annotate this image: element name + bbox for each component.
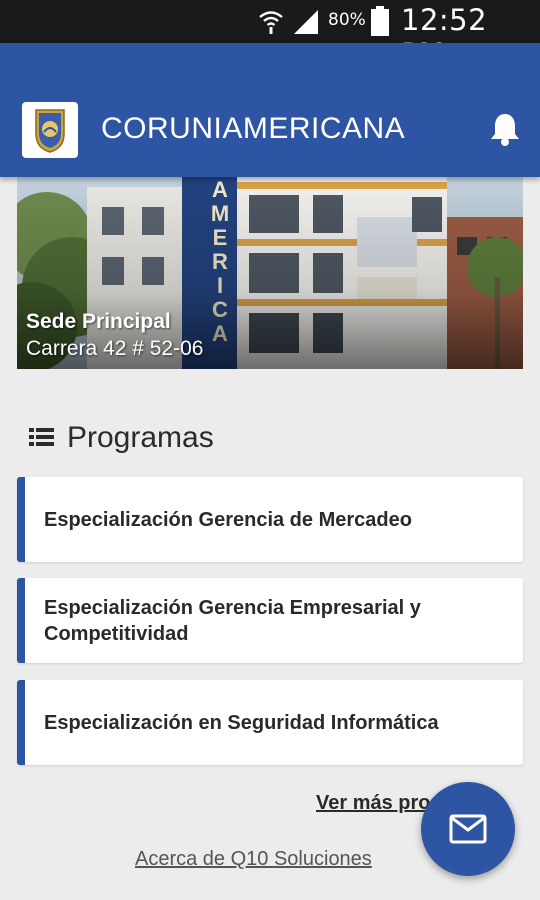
mail-fab-button[interactable] (421, 782, 515, 876)
section-title: Programas (67, 421, 214, 454)
program-card[interactable]: Especialización en Seguridad Informática (17, 680, 523, 765)
app-bar: CORUNIAMERICANA (0, 43, 540, 177)
battery-icon (371, 6, 389, 36)
program-card[interactable]: Especialización Gerencia de Mercadeo (17, 477, 523, 562)
shield-logo-icon (35, 109, 65, 153)
mail-icon (449, 814, 487, 844)
app-logo[interactable] (22, 102, 78, 158)
hero-banner[interactable]: A M E R I C A Sede Principal Carrera 42 … (17, 177, 523, 369)
app-title: CORUNIAMERICANA (101, 112, 406, 145)
battery-percent: 80% (328, 10, 366, 30)
list-icon (29, 428, 54, 446)
program-label: Especialización Gerencia de Mercadeo (44, 508, 412, 531)
hero-title: Sede Principal (26, 310, 171, 333)
about-link[interactable]: Acerca de Q10 Soluciones (135, 848, 372, 871)
bell-icon[interactable] (488, 111, 522, 147)
program-label: Especialización en Seguridad Informática (44, 711, 439, 734)
wifi-icon (259, 11, 283, 34)
program-label: Especialización Gerencia Empresarial y C… (44, 596, 421, 645)
program-card[interactable]: Especialización Gerencia Empresarial y C… (17, 578, 523, 663)
status-bar: 80% 12:52 PM (0, 0, 540, 71)
hero-address: Carrera 42 # 52-06 (26, 337, 204, 360)
signal-icon (294, 10, 318, 34)
